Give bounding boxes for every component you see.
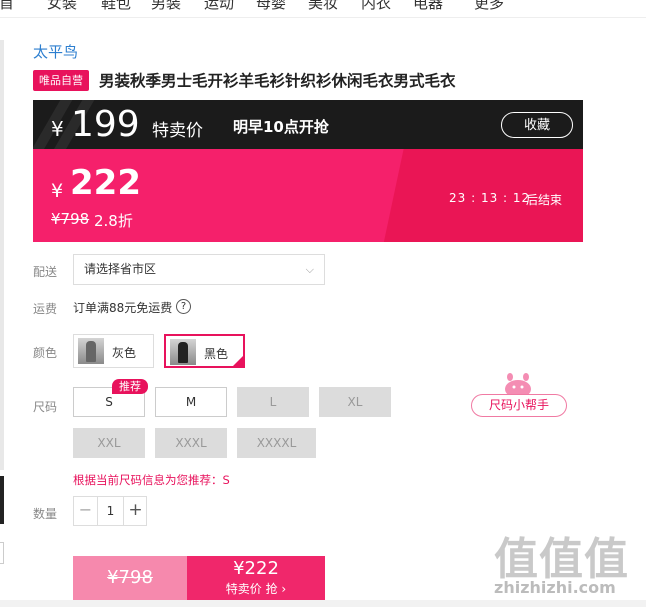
shipping-label: 配送 <box>33 265 58 279</box>
region-select-value: 请选择省市区 <box>84 262 157 276</box>
presale-banner: ¥ 199 特卖价 明早10点开抢 收藏 <box>33 100 583 149</box>
freight-text: 订单满88元免运费 <box>73 301 173 315</box>
nav-item[interactable]: 母婴 <box>256 0 286 13</box>
original-price-button: ¥798 <box>73 556 187 600</box>
brand-link[interactable]: 太平鸟 <box>33 41 78 62</box>
thumbnail-image[interactable] <box>0 542 4 564</box>
region-select[interactable]: 请选择省市区 ⌵ <box>73 254 325 285</box>
size-recommend-tip: 根据当前尺码信息为您推荐：S <box>73 473 230 487</box>
thumbnail-strip <box>0 40 4 470</box>
self-operated-badge: 唯品自营 <box>33 70 89 91</box>
thumbnail-image[interactable] <box>0 476 4 524</box>
countdown-timer: 23 : 13 : 12 <box>449 191 531 205</box>
help-icon[interactable]: ? <box>176 299 191 314</box>
top-nav: 品首 女装 鞋包 男装 运动 母婴 美妆 内衣 电器 更多 <box>0 0 646 18</box>
nav-item[interactable]: 运动 <box>204 0 234 13</box>
color-swatch-image <box>170 339 196 365</box>
selected-check-icon <box>232 355 244 367</box>
product-title: 男装秋季男士毛开衫羊毛衫针织衫休闲毛衣男式毛衣 <box>99 72 456 90</box>
current-currency: ¥ <box>51 180 64 202</box>
bottom-band <box>0 600 646 607</box>
increment-button[interactable]: + <box>123 497 147 525</box>
presale-open-time: 明早10点开抢 <box>233 118 329 136</box>
recommend-badge: 推荐 <box>112 379 148 394</box>
discount-rate: 2.8折 <box>94 212 133 230</box>
quantity-stepper: − 1 + <box>73 496 147 526</box>
quantity-label: 数量 <box>33 507 58 521</box>
color-label: 颜色 <box>33 346 58 360</box>
nav-item[interactable]: 男装 <box>151 0 181 13</box>
site-watermark: 值值值 zhizhizhi.com <box>494 523 646 607</box>
size-helper-button[interactable]: 尺码小帮手 <box>471 394 567 417</box>
presale-currency: ¥ <box>51 117 64 141</box>
size-option-xxxxl: XXXXL <box>237 428 316 458</box>
nav-item[interactable]: 美妆 <box>308 0 338 13</box>
quantity-input[interactable]: 1 <box>98 497 123 525</box>
color-swatch-image <box>78 338 104 364</box>
color-option-gray[interactable]: 灰色 <box>73 334 154 368</box>
decrement-button[interactable]: − <box>74 497 98 525</box>
buy-now-label: 特卖价 抢 › <box>225 582 287 596</box>
presale-price: 199 <box>71 104 140 145</box>
nav-item[interactable]: 品首 <box>0 0 14 13</box>
countdown-suffix: 后结束 <box>526 193 563 207</box>
freight-label: 运费 <box>33 302 58 316</box>
chevron-down-icon: ⌵ <box>305 263 314 276</box>
presale-label: 特卖价 <box>152 121 203 141</box>
buy-now-price: ¥222 <box>233 558 279 579</box>
original-price: ¥798 <box>51 210 90 228</box>
size-option-m[interactable]: M <box>155 387 227 417</box>
current-price: 222 <box>70 163 141 203</box>
nav-item[interactable]: 内衣 <box>361 0 391 13</box>
watermark-url: zhizhizhi.com <box>494 578 616 597</box>
size-option-l: L <box>237 387 309 417</box>
nav-item[interactable]: 女装 <box>47 0 77 13</box>
buy-now-button[interactable]: ¥222 特卖价 抢 › <box>187 556 325 600</box>
nav-item[interactable]: 更多 <box>474 0 504 13</box>
size-label: 尺码 <box>33 400 58 414</box>
nav-item[interactable]: 鞋包 <box>101 0 131 13</box>
nav-item[interactable]: 电器 <box>413 0 443 13</box>
color-option-label: 灰色 <box>112 346 137 360</box>
color-option-black[interactable]: 黑色 <box>164 334 245 368</box>
favorite-button[interactable]: 收藏 <box>501 112 573 138</box>
color-option-label: 黑色 <box>204 347 229 361</box>
current-price-banner: ¥ 222 ¥798 2.8折 23 : 13 : 12 后结束 <box>33 149 583 242</box>
size-option-xl: XL <box>319 387 391 417</box>
size-option-xxl: XXL <box>73 428 145 458</box>
size-option-xxxl: XXXL <box>155 428 227 458</box>
